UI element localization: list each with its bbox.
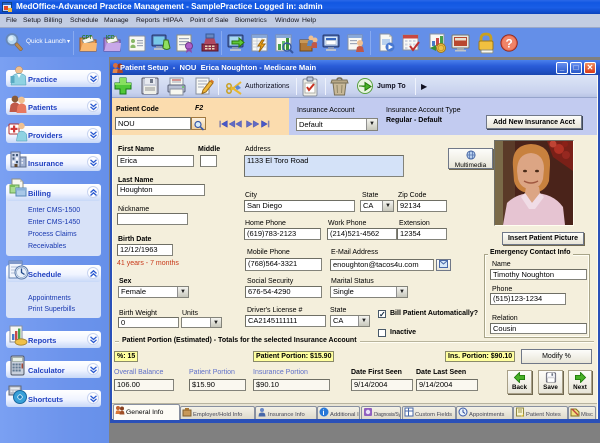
svg-text:ICD: ICD — [106, 35, 115, 41]
svg-text:?: ? — [505, 37, 512, 51]
svg-text:i: i — [323, 410, 325, 417]
svg-text:CPT: CPT — [82, 35, 92, 41]
